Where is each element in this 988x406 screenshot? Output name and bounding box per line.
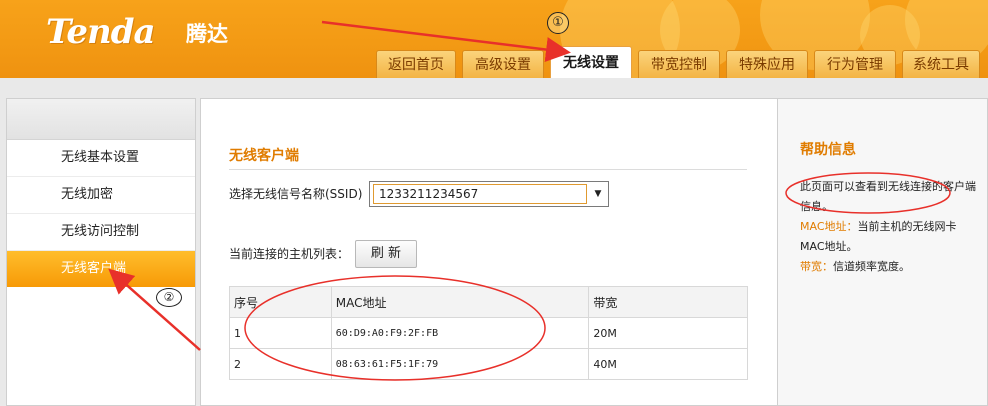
ssid-select[interactable]: 1233211234567 ▼: [369, 181, 609, 207]
tab-system-tools[interactable]: 系统工具: [902, 50, 980, 78]
column-header-mac: MAC地址: [330, 286, 590, 318]
column-header-index: 序号: [229, 286, 332, 318]
cell-bandwidth: 40M: [588, 348, 748, 380]
tab-behavior[interactable]: 行为管理: [814, 50, 896, 78]
cell-mac: 60:D9:A0:F9:2F:FB: [330, 317, 590, 349]
page-title: 无线客户端: [229, 148, 299, 164]
tenda-logo: Tenda: [46, 12, 156, 52]
tab-special-apps[interactable]: 特殊应用: [726, 50, 808, 78]
table-header-row: 序号 MAC地址 带宽: [229, 286, 748, 318]
help-title: 帮助信息: [800, 142, 856, 158]
title-divider: [229, 169, 747, 170]
help-bandwidth: 带宽：信道频率宽度。: [800, 257, 980, 277]
cell-index: 2: [229, 348, 332, 380]
help-panel: 帮助信息 此页面可以查看到无线连接的客户端信息。 MAC地址：当前主机的无线网卡…: [777, 98, 988, 406]
tab-wireless[interactable]: 无线设置: [550, 46, 632, 78]
sidebar: 无线基本设置 无线加密 无线访问控制 无线客户端: [6, 98, 196, 406]
refresh-button[interactable]: 刷 新: [355, 240, 417, 268]
host-table: 序号 MAC地址 带宽 1 60:D9:A0:F9:2F:FB 20M 2 08…: [229, 286, 748, 380]
help-intro: 此页面可以查看到无线连接的客户端信息。: [800, 180, 976, 213]
sidebar-item-wireless-access-control[interactable]: 无线访问控制: [7, 214, 195, 251]
help-mac-key: MAC地址：: [800, 220, 858, 233]
annotation-marker-2: ②: [156, 288, 182, 307]
ssid-selected-value: 1233211234567: [373, 184, 587, 204]
sidebar-item-wireless-security[interactable]: 无线加密: [7, 177, 195, 214]
help-mac: MAC地址：当前主机的无线网卡MAC地址。: [800, 217, 980, 257]
cell-bandwidth: 20M: [588, 317, 748, 349]
table-row: 2 08:63:61:F5:1F:79 40M: [229, 348, 748, 380]
sidebar-item-wireless-basic[interactable]: 无线基本设置: [7, 140, 195, 177]
cell-mac: 08:63:61:F5:1F:79: [330, 348, 590, 380]
tenda-logo-cn: 腾达: [186, 22, 228, 46]
hosts-list-label: 当前连接的主机列表：: [229, 247, 350, 261]
ssid-label: 选择无线信号名称(SSID): [229, 187, 363, 201]
help-bandwidth-key: 带宽：: [800, 260, 833, 273]
column-header-bandwidth: 带宽: [588, 286, 748, 318]
help-bandwidth-desc: 信道频率宽度。: [833, 260, 910, 273]
header-banner: Tenda 腾达 返回首页 高级设置 无线设置 带宽控制 特殊应用 行为管理 系…: [0, 0, 988, 78]
sidebar-header: [7, 99, 195, 140]
tab-bandwidth[interactable]: 带宽控制: [638, 50, 720, 78]
chevron-down-icon[interactable]: ▼: [588, 182, 608, 206]
sidebar-item-wireless-clients[interactable]: 无线客户端: [7, 251, 195, 287]
cell-index: 1: [229, 317, 332, 349]
tab-home[interactable]: 返回首页: [376, 50, 456, 78]
main-panel: 无线客户端 选择无线信号名称(SSID) 1233211234567 ▼ 当前连…: [200, 98, 777, 406]
tab-advanced[interactable]: 高级设置: [462, 50, 544, 78]
annotation-marker-1: ①: [547, 12, 569, 34]
table-row: 1 60:D9:A0:F9:2F:FB 20M: [229, 317, 748, 349]
help-text: 此页面可以查看到无线连接的客户端信息。 MAC地址：当前主机的无线网卡MAC地址…: [800, 177, 980, 277]
